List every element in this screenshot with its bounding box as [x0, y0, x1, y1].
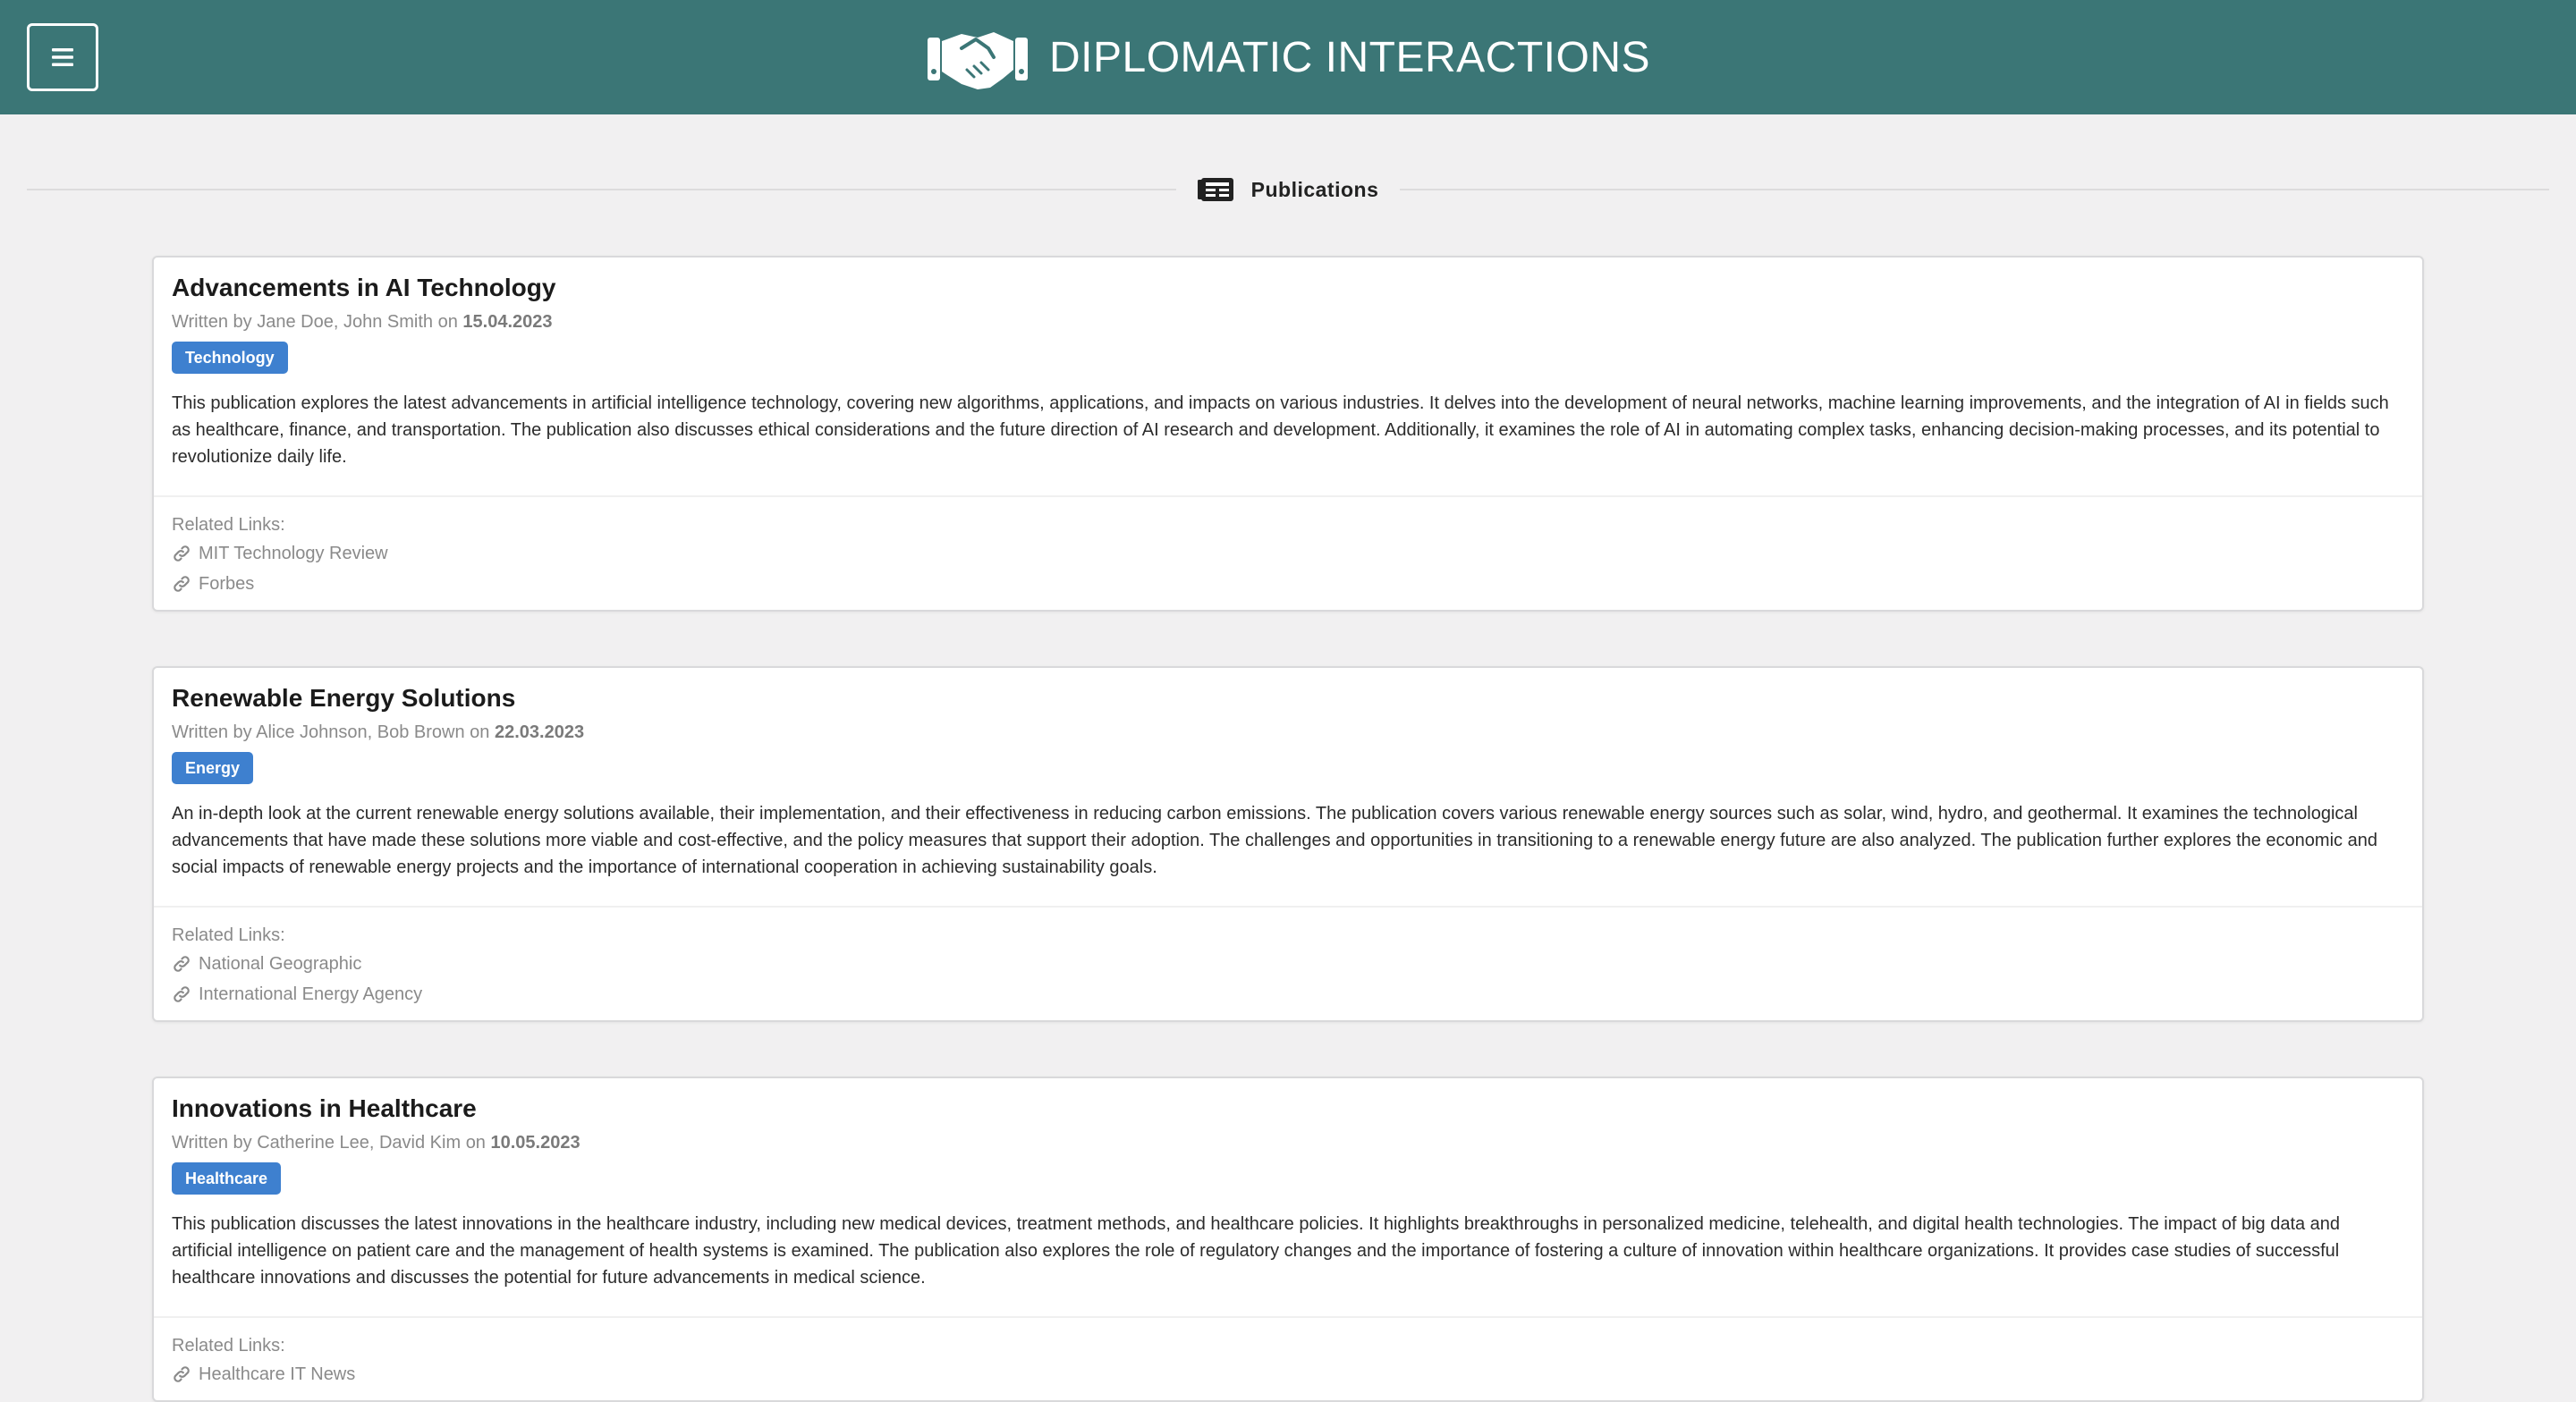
publication-description: This publication discusses the latest in… [172, 1214, 2341, 1288]
top-bar: DIPLOMATIC INTERACTIONS [0, 0, 2576, 114]
publication-title[interactable]: Renewable Energy Solutions [172, 682, 2404, 714]
publication-title[interactable]: Advancements in AI Technology [172, 272, 2404, 304]
publication-meta: Written by Jane Doe, John Smith on 15.04… [172, 309, 2404, 334]
section-label: Publications [1176, 176, 1401, 203]
publication-date: 15.04.2023 [462, 312, 553, 332]
category-tag[interactable]: Energy [172, 752, 254, 784]
publication-card: Advancements in AI Technology Written by… [152, 256, 2424, 612]
brand: DIPLOMATIC INTERACTIONS [0, 0, 2576, 114]
publication-title[interactable]: Innovations in Healthcare [172, 1093, 2404, 1125]
link-icon [174, 986, 190, 1002]
related-link-label[interactable]: Forbes [199, 569, 254, 599]
related-link-label[interactable]: International Energy Agency [199, 979, 422, 1009]
link-icon [174, 956, 190, 972]
section-header: Publications [27, 166, 2549, 213]
publication-meta: Written by Catherine Lee, David Kim on 1… [172, 1130, 2404, 1155]
section-divider-right [1400, 189, 2549, 190]
section-divider-left [27, 189, 1176, 190]
related-link[interactable]: Healthcare IT News [172, 1359, 2404, 1389]
related-links-label: Related Links: [172, 1336, 285, 1356]
handshake-icon [928, 32, 1028, 89]
publication-date: 10.05.2023 [490, 1133, 580, 1153]
written-by-label: Written by [172, 1133, 252, 1153]
link-icon [174, 576, 190, 592]
publication-authors: Alice Johnson, Bob Brown [256, 722, 465, 742]
publication-card: Innovations in Healthcare Written by Cat… [152, 1077, 2424, 1402]
link-icon [174, 545, 190, 562]
related-link-label[interactable]: MIT Technology Review [199, 538, 388, 569]
newspaper-icon [1197, 178, 1233, 201]
related-link-label[interactable]: National Geographic [199, 949, 361, 979]
on-label: on [470, 722, 490, 742]
related-link[interactable]: MIT Technology Review [172, 538, 2404, 569]
publication-authors: Catherine Lee, David Kim [257, 1133, 462, 1153]
link-icon [174, 1366, 190, 1382]
related-link[interactable]: National Geographic [172, 949, 2404, 979]
publication-card: Renewable Energy Solutions Written by Al… [152, 666, 2424, 1022]
written-by-label: Written by [172, 312, 252, 332]
written-by-label: Written by [172, 722, 252, 742]
related-link[interactable]: Forbes [172, 569, 2404, 599]
related-links-label: Related Links: [172, 515, 285, 535]
app-title: DIPLOMATIC INTERACTIONS [1049, 33, 1650, 81]
hamburger-icon [52, 48, 73, 66]
publication-description: This publication explores the latest adv… [172, 393, 2389, 467]
section-title: Publications [1250, 177, 1379, 201]
publication-date: 22.03.2023 [494, 722, 585, 742]
related-link-label[interactable]: Healthcare IT News [199, 1359, 355, 1389]
category-tag[interactable]: Healthcare [172, 1162, 282, 1195]
publication-authors: Jane Doe, John Smith [257, 312, 434, 332]
category-tag[interactable]: Technology [172, 342, 288, 374]
on-label: on [437, 312, 458, 332]
related-link[interactable]: International Energy Agency [172, 979, 2404, 1009]
related-links-label: Related Links: [172, 925, 285, 945]
menu-button[interactable] [27, 23, 98, 91]
on-label: on [465, 1133, 486, 1153]
publication-description: An in-depth look at the current renewabl… [172, 804, 2377, 877]
publication-meta: Written by Alice Johnson, Bob Brown on 2… [172, 720, 2404, 745]
